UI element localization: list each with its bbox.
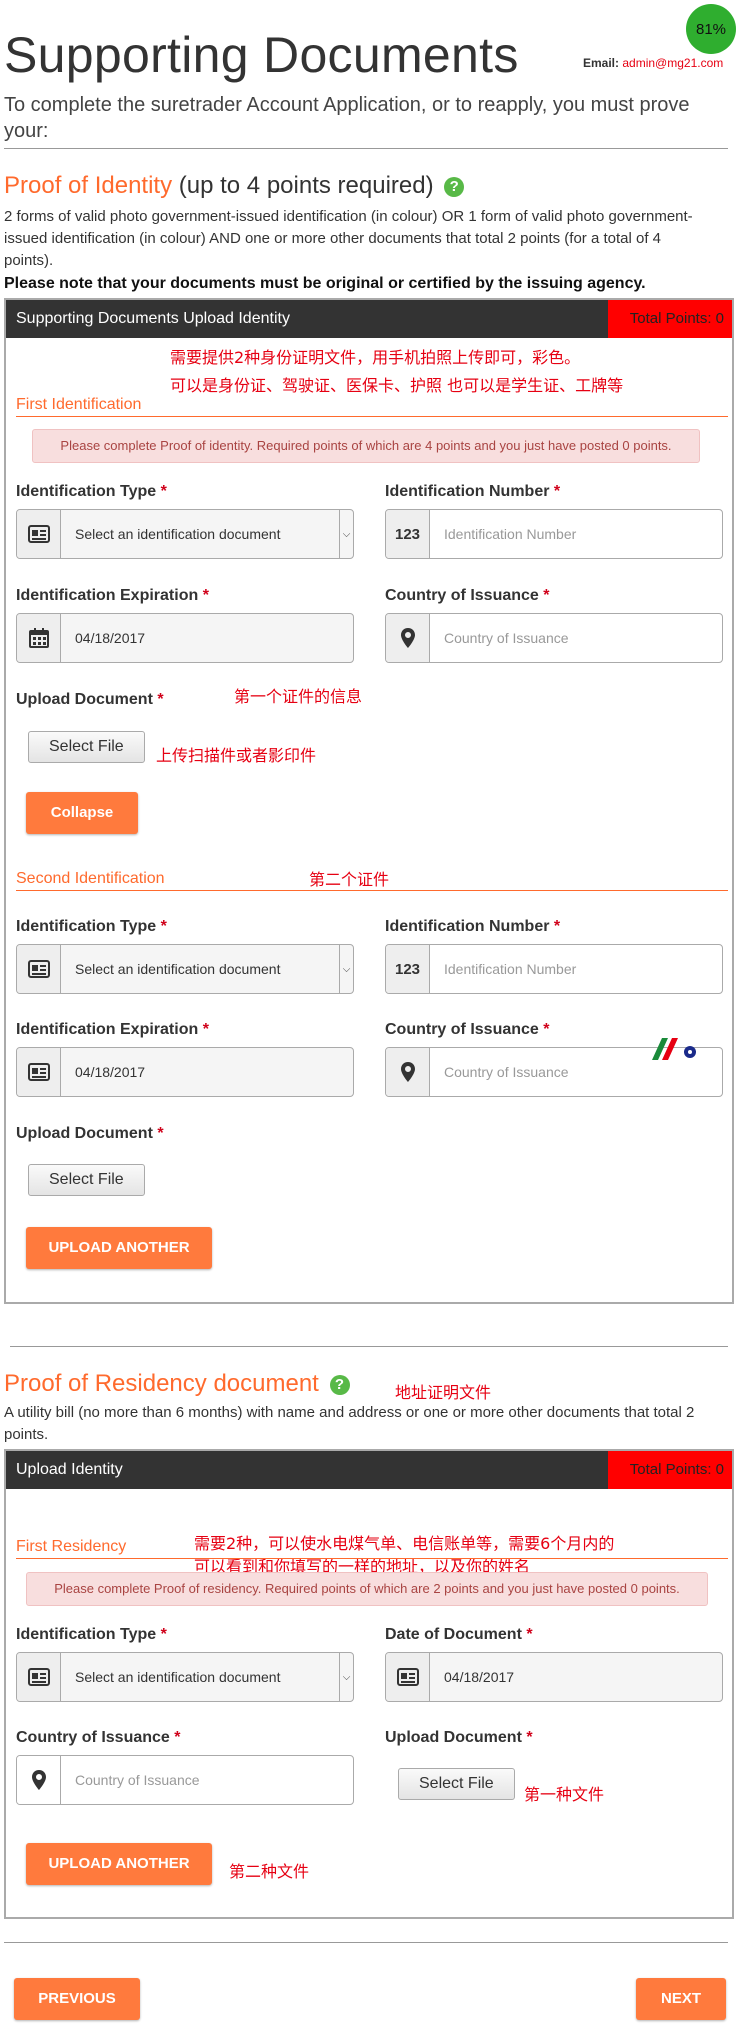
annotation-file2: 第二种文件	[229, 1862, 310, 1881]
annotation-second: 第二个证件	[309, 870, 390, 889]
id-card-icon	[17, 945, 61, 993]
annotation-first-upload: 上传扫描件或者影印件	[156, 746, 317, 765]
intro-text: To complete the suretrader Account Appli…	[4, 94, 690, 142]
identity-panel-title: Supporting Documents Upload Identity	[16, 310, 290, 327]
chevron-down-icon[interactable]: ⌵	[339, 510, 353, 558]
expiration-value: 04/18/2017	[75, 630, 146, 646]
previous-button[interactable]: PREVIOUS	[14, 1978, 140, 2020]
expiration-input[interactable]: 04/18/2017	[16, 1047, 354, 1097]
annotation-identity-1: 需要提供2种身份证明文件，用手机拍照上传即可，彩色。	[170, 348, 581, 367]
id-number-label: Identification Number *	[385, 918, 561, 935]
id-type-label: Identification Type *	[16, 1626, 167, 1643]
upload-label: Upload Document *	[16, 691, 164, 708]
second-identification-heading: Second Identification	[16, 870, 165, 887]
divider	[16, 1558, 728, 1559]
collapse-button[interactable]: Collapse	[26, 792, 138, 834]
help-icon[interactable]: ?	[444, 177, 465, 197]
id-number-placeholder: Identification Number	[444, 961, 577, 977]
country-input[interactable]: Country of Issuance	[385, 613, 723, 663]
map-marker-icon	[386, 1048, 430, 1096]
date-value: 04/18/2017	[444, 1669, 515, 1685]
id-type-select[interactable]: Select an identification document ⌵	[16, 509, 354, 559]
expiration-input[interactable]: 04/18/2017	[16, 613, 354, 663]
first-identification-heading: First Identification	[16, 396, 142, 413]
residency-total-points: Total Points: 0	[608, 1451, 732, 1489]
map-marker-icon	[386, 614, 430, 662]
upload-label: Upload Document *	[385, 1729, 533, 1746]
next-button[interactable]: NEXT	[636, 1978, 726, 2020]
identity-heading-text: Proof of Identity	[4, 172, 173, 199]
email-display: Email: admin@mg21.com	[583, 56, 723, 70]
annotation-residency-heading: 地址证明文件	[395, 1383, 492, 1402]
email-value[interactable]: admin@mg21.com	[622, 56, 723, 70]
calendar-icon	[17, 614, 61, 662]
residency-panel-title: Upload Identity	[16, 1461, 123, 1478]
expiration-value: 04/18/2017	[75, 1064, 146, 1080]
number-icon: 123	[386, 510, 430, 558]
expiration-label: Identification Expiration *	[16, 1021, 209, 1038]
annotation-identity-2: 可以是身份证、驾驶证、医保卡、护照 也可以是学生证、工牌等	[170, 376, 624, 395]
upload-another-button[interactable]: UPLOAD ANOTHER	[26, 1843, 212, 1885]
identity-description: 2 forms of valid photo government-issued…	[4, 208, 693, 269]
help-icon[interactable]: ?	[329, 1375, 350, 1395]
divider	[10, 1346, 728, 1347]
date-input[interactable]: 04/18/2017	[385, 1652, 723, 1702]
id-type-label: Identification Type *	[16, 918, 167, 935]
id-card-icon	[386, 1653, 430, 1701]
chevron-down-icon[interactable]: ⌵	[339, 1653, 353, 1701]
date-label: Date of Document *	[385, 1626, 533, 1643]
page-title: Supporting Documents	[4, 27, 519, 83]
residency-description: A utility bill (no more than 6 months) w…	[4, 1404, 695, 1443]
id-type-value: Select an identification document	[75, 526, 281, 542]
number-icon: 123	[386, 945, 430, 993]
identity-heading-sub: (up to 4 points required)	[178, 172, 434, 199]
id-number-input[interactable]: 123 Identification Number	[385, 944, 723, 994]
identity-total-points: Total Points: 0	[608, 300, 732, 338]
divider	[4, 148, 728, 149]
id-type-label: Identification Type *	[16, 483, 167, 500]
annotation-first-info: 第一个证件的信息	[234, 687, 363, 706]
chevron-down-icon[interactable]: ⌵	[339, 945, 353, 993]
select-file-button[interactable]: Select File	[398, 1768, 515, 1800]
select-file-button[interactable]: Select File	[28, 731, 145, 763]
id-card-icon	[17, 510, 61, 558]
identity-note: Please note that your documents must be …	[4, 275, 646, 292]
identity-heading: Proof of Identity (up to 4 points requir…	[4, 172, 465, 200]
email-label: Email:	[583, 56, 620, 70]
residency-heading-text: Proof of Residency document	[4, 1370, 319, 1397]
id-card-icon	[17, 1048, 61, 1096]
residency-heading: Proof of Residency document ?	[4, 1370, 350, 1398]
residency-alert: Please complete Proof of residency. Requ…	[26, 1572, 708, 1606]
id-type-value: Select an identification document	[75, 1669, 281, 1685]
id-number-label: Identification Number *	[385, 483, 561, 500]
annotation-residency-1: 需要2种，可以使水电煤气单、电信账单等，需要6个月内的	[194, 1534, 615, 1553]
country-label: Country of Issuance *	[385, 1021, 550, 1038]
id-card-icon	[17, 1653, 61, 1701]
country-placeholder: Country of Issuance	[75, 1772, 200, 1788]
watermark-logo	[652, 1038, 696, 1060]
first-residency-heading: First Residency	[16, 1538, 127, 1555]
identity-panel-header: Supporting Documents Upload Identity Tot…	[6, 300, 732, 338]
id-number-placeholder: Identification Number	[444, 526, 577, 542]
divider	[4, 1942, 728, 1943]
id-type-select[interactable]: Select an identification document ⌵	[16, 944, 354, 994]
id-number-input[interactable]: 123 Identification Number	[385, 509, 723, 559]
id-type-select[interactable]: Select an identification document ⌵	[16, 1652, 354, 1702]
country-label: Country of Issuance *	[385, 587, 550, 604]
select-file-button[interactable]: Select File	[28, 1164, 145, 1196]
upload-another-button[interactable]: UPLOAD ANOTHER	[26, 1227, 212, 1269]
progress-badge: 81%	[686, 4, 736, 54]
country-input[interactable]: Country of Issuance	[16, 1755, 354, 1805]
upload-label: Upload Document *	[16, 1125, 164, 1142]
expiration-label: Identification Expiration *	[16, 587, 209, 604]
country-label: Country of Issuance *	[16, 1729, 181, 1746]
annotation-file1: 第一种文件	[524, 1785, 605, 1804]
residency-panel-header: Upload Identity Total Points: 0	[6, 1451, 732, 1489]
divider	[16, 416, 728, 417]
divider	[16, 890, 728, 891]
identity-alert: Please complete Proof of identity. Requi…	[32, 429, 700, 463]
country-placeholder: Country of Issuance	[444, 630, 569, 646]
map-marker-icon	[17, 1756, 61, 1804]
id-type-value: Select an identification document	[75, 961, 281, 977]
